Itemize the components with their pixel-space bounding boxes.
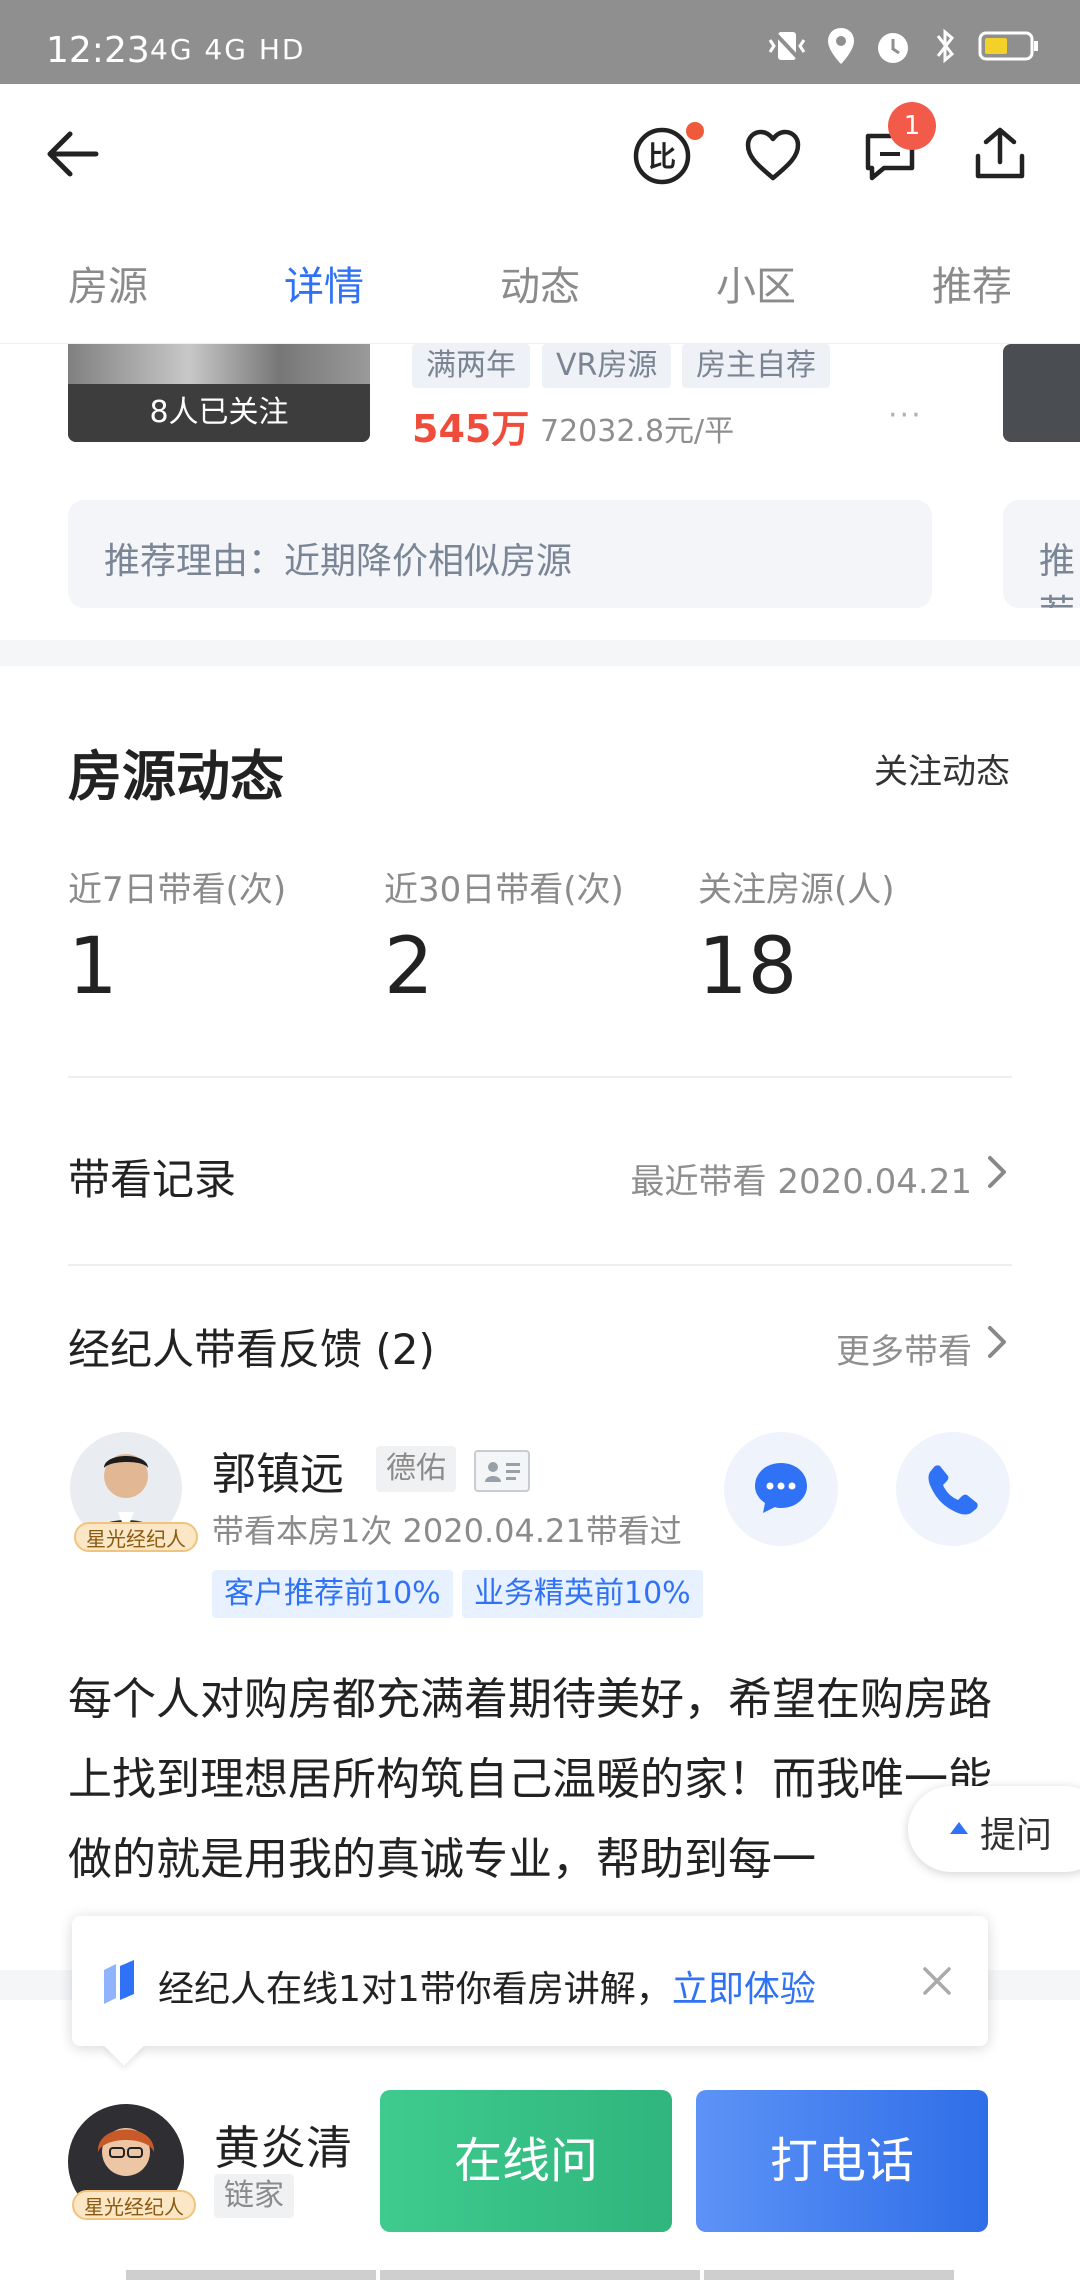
close-icon[interactable] (920, 1964, 954, 1998)
chevron-right-icon[interactable] (982, 1152, 1014, 1192)
listing-photo[interactable]: 8人已关注 (68, 344, 370, 442)
ask-question-button[interactable]: 提问 (908, 1786, 1080, 1872)
svg-text:比: 比 (648, 140, 676, 173)
more-viewings-link[interactable]: 更多带看 (836, 1324, 972, 1373)
section-divider (0, 640, 1080, 666)
toast-pointer (104, 2026, 144, 2066)
recommend-reason-text: 推荐理由：近期降价相似房源 (104, 541, 573, 582)
id-card-icon (485, 1462, 520, 1482)
share-icon[interactable] (970, 124, 1030, 184)
stat-label: 近30日带看(次) (384, 870, 624, 910)
try-now-link[interactable]: 立即体验 (672, 1969, 816, 2010)
photo-image (68, 344, 370, 384)
status-time: 12:23 (46, 30, 150, 71)
agent-chat-button[interactable] (724, 1432, 838, 1546)
location-icon (828, 28, 854, 64)
heart-icon[interactable] (744, 128, 802, 184)
logo-icon (104, 1960, 134, 2004)
tab-recommend[interactable]: 推荐 (932, 254, 1012, 312)
stat-value: 1 (68, 922, 118, 1012)
next-listing-photo[interactable] (1003, 344, 1080, 442)
recommend-reason: 推荐理由：近期降价相似房源 (68, 500, 932, 608)
viewing-record-title[interactable]: 带看记录 (68, 1146, 236, 1207)
home-indicator (126, 2270, 376, 2280)
bluetooth-icon (936, 28, 955, 64)
tab-listing[interactable]: 房源 (68, 254, 148, 312)
tag-chip: 房主自荐 (682, 344, 830, 388)
home-indicator (704, 2270, 954, 2280)
caret-up-icon (950, 1822, 968, 1834)
agent-feedback-title: 经纪人带看反馈 (2) (68, 1325, 435, 1374)
star-agent-badge: 星光经纪人 (74, 1522, 198, 1552)
tab-community[interactable]: 小区 (716, 254, 796, 312)
contact-agent-name[interactable]: 黄炎清 (214, 2112, 352, 2178)
listing-price: 545万 (412, 407, 530, 451)
status-icons (766, 26, 1040, 66)
tab-dynamics[interactable]: 动态 (500, 254, 580, 312)
followers-count: 8人已关注 (68, 384, 370, 442)
next-recommend-reason-text: 推荐 (1039, 541, 1076, 608)
unit-price: 72032.8元/平 (540, 414, 735, 449)
tag-chip: 满两年 (412, 344, 530, 388)
stat-value: 18 (698, 922, 798, 1012)
agent-viewing-desc: 带看本房1次 2020.04.21带看过 (212, 1512, 682, 1550)
toast-text: 经纪人在线1对1带你看房讲解， (158, 1969, 672, 2010)
stat-value: 2 (384, 922, 434, 1012)
divider (68, 1264, 1012, 1266)
agent-tag: 业务精英前10% (462, 1570, 703, 1618)
chat-bubble-icon (755, 1463, 807, 1513)
ask-question-label: 提问 (980, 1815, 1053, 1856)
call-button[interactable]: 打电话 (696, 2090, 988, 2232)
star-agent-badge: 星光经纪人 (72, 2190, 196, 2220)
tab-details[interactable]: 详情 (284, 254, 364, 312)
next-recommend-reason: 推荐 (1003, 500, 1080, 608)
chevron-right-icon[interactable] (982, 1322, 1014, 1362)
online-viewing-toast: 经纪人在线1对1带你看房讲解，立即体验 (72, 1916, 988, 2066)
phone-icon (928, 1465, 978, 1515)
vibrate-icon (768, 28, 806, 64)
divider (68, 1076, 1012, 1078)
stat-label: 关注房源(人) (698, 870, 895, 910)
battery-icon (978, 31, 1038, 61)
top-nav-bar: 比 1 (0, 84, 1080, 224)
online-chat-button[interactable]: 在线问 (380, 2090, 672, 2232)
status-bar: 12:23 4G 4G HD (0, 0, 1080, 84)
compare-dot (686, 122, 704, 140)
stat-label: 近7日带看(次) (68, 870, 287, 910)
agent-id-card-icon[interactable] (474, 1450, 530, 1492)
back-arrow-icon[interactable] (42, 124, 102, 184)
home-indicator (380, 2270, 700, 2280)
agent-tag: 客户推荐前10% (212, 1570, 453, 1618)
compare-button[interactable]: 比 (632, 122, 704, 186)
recent-viewing-date[interactable]: 最近带看 2020.04.21 (631, 1154, 972, 1203)
follow-dynamics-link[interactable]: 关注动态 (874, 744, 1010, 793)
section-title: 房源动态 (68, 745, 284, 808)
agent-company: 德佑 (376, 1446, 456, 1492)
agent-review-text: 每个人对购房都充满着期待美好，希望在购房路上找到理想居所构筑自己温暖的家！而我唯… (68, 1674, 992, 1885)
alarm-icon (878, 33, 908, 63)
contact-agent-company: 链家 (214, 2174, 294, 2218)
status-network: 4G 4G HD (150, 33, 306, 66)
agent-call-button[interactable] (896, 1432, 1010, 1546)
more-options-icon[interactable]: ··· (888, 398, 923, 433)
section-tabs: 房源 详情 动态 小区 推荐 (0, 224, 1080, 344)
message-badge: 1 (888, 102, 936, 150)
toast-message: 经纪人在线1对1带你看房讲解，立即体验 (158, 1960, 816, 2012)
tag-chip: VR房源 (542, 344, 672, 388)
agent-name[interactable]: 郭镇远 (212, 1438, 344, 1502)
